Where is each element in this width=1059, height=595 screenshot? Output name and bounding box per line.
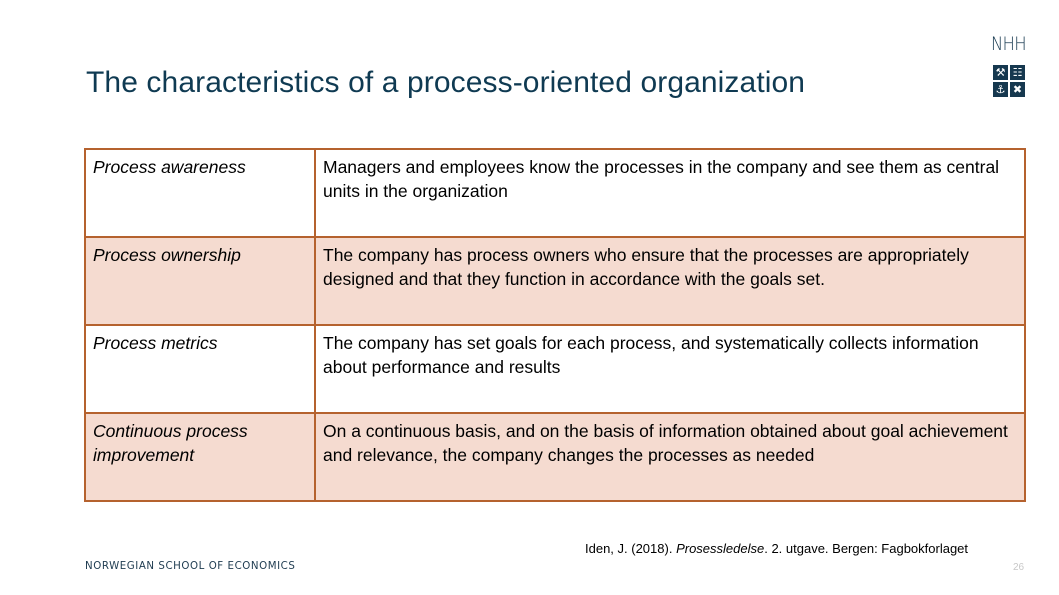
table-row: Process ownership The company has proces…	[84, 236, 1026, 326]
term-cell: Continuous process improvement	[84, 412, 316, 502]
citation-suffix: . 2. utgave. Bergen: Fagbokforlaget	[764, 541, 969, 556]
description-cell: The company has set goals for each proce…	[314, 324, 1026, 414]
term-cell: Process ownership	[84, 236, 316, 326]
nhh-logo-text: NHH	[991, 33, 1027, 55]
characteristics-table: Process awareness Managers and employees…	[84, 148, 1026, 502]
slide-title: The characteristics of a process-oriente…	[86, 66, 806, 99]
citation-book-title: Prosessledelse	[676, 541, 765, 556]
description-cell: The company has process owners who ensur…	[314, 236, 1026, 326]
ship-icon: ✖	[1010, 82, 1025, 97]
table-row: Continuous process improvement On a cont…	[84, 412, 1026, 502]
school-name: NORWEGIAN SCHOOL OF ECONOMICS	[85, 559, 296, 572]
description-cell: On a continuous basis, and on the basis …	[314, 412, 1026, 502]
ledger-icon: ☷	[1010, 65, 1025, 80]
citation-prefix: Iden, J. (2018).	[585, 541, 677, 556]
tools-icon: ⚒	[993, 65, 1008, 80]
anchor-icon: ⚓	[993, 82, 1008, 97]
table-row: Process metrics The company has set goal…	[84, 324, 1026, 414]
citation: Iden, J. (2018). Prosessledelse. 2. utga…	[585, 541, 968, 556]
table-row: Process awareness Managers and employees…	[84, 148, 1026, 238]
description-cell: Managers and employees know the processe…	[314, 148, 1026, 238]
term-cell: Process metrics	[84, 324, 316, 414]
nhh-logo: ⚒ ☷ ⚓ ✖	[993, 65, 1025, 97]
page-number: 26	[1013, 562, 1025, 573]
term-cell: Process awareness	[84, 148, 316, 238]
